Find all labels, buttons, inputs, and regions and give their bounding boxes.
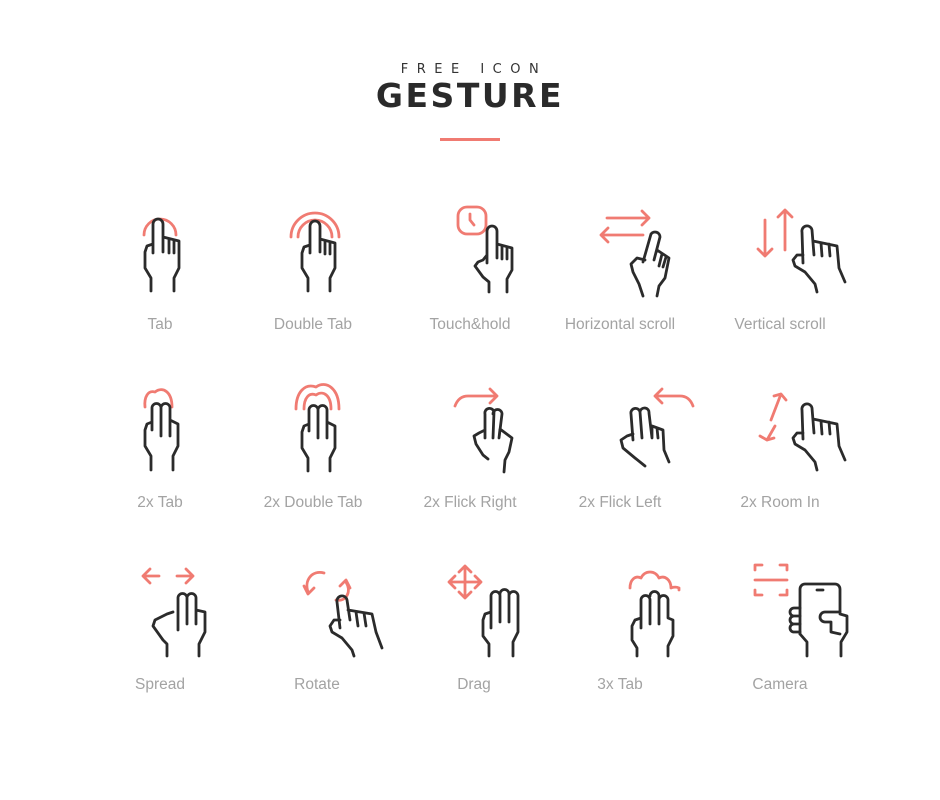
gesture-label: 2x Tab bbox=[137, 494, 183, 511]
camera-icon bbox=[753, 563, 849, 658]
gesture-vertical-scroll: Vertical scroll bbox=[700, 200, 860, 350]
gesture-label: 2x Double Tab bbox=[263, 494, 363, 511]
gesture-label: Spread bbox=[135, 676, 185, 693]
two-finger-double-tap-icon bbox=[294, 383, 341, 473]
gesture-3x-tab: 3x Tab bbox=[540, 560, 700, 710]
gesture-2x-flick-right: 2x Flick Right bbox=[390, 378, 550, 528]
gesture-label: Tab bbox=[147, 316, 173, 333]
two-finger-flick-right-icon bbox=[453, 387, 514, 474]
gesture-label: 2x Flick Right bbox=[423, 494, 517, 511]
two-finger-flick-left-icon bbox=[619, 387, 695, 468]
two-finger-tap-icon bbox=[143, 388, 180, 472]
horizontal-scroll-icon bbox=[599, 209, 671, 298]
gesture-drag: Drag bbox=[394, 560, 554, 710]
rotate-icon bbox=[302, 571, 384, 658]
gesture-label: 3x Tab bbox=[597, 676, 643, 693]
title-underline bbox=[440, 138, 500, 141]
gesture-touch-hold: Touch&hold bbox=[390, 200, 550, 350]
gesture-label: Touch&hold bbox=[429, 316, 511, 333]
gesture-label: Drag bbox=[457, 676, 491, 693]
gesture-label: 2x Flick Left bbox=[578, 494, 662, 511]
gesture-label: Vertical scroll bbox=[734, 316, 826, 333]
vertical-scroll-icon bbox=[756, 208, 847, 294]
gesture-spread: Spread bbox=[80, 560, 240, 710]
gesture-2x-room-in: 2x Room In bbox=[700, 378, 860, 528]
touch-hold-icon bbox=[456, 205, 514, 294]
gesture-label: Camera bbox=[752, 676, 808, 693]
gesture-camera: Camera bbox=[700, 560, 860, 710]
gesture-2x-tab: 2x Tab bbox=[80, 378, 240, 528]
gesture-rotate: Rotate bbox=[237, 560, 397, 710]
spread-icon bbox=[141, 567, 207, 658]
double-tap-icon bbox=[289, 211, 341, 293]
gesture-horizontal-scroll: Horizontal scroll bbox=[540, 200, 700, 350]
tap-icon bbox=[142, 217, 181, 293]
page-title: GESTURE bbox=[375, 76, 565, 115]
two-finger-zoom-in-icon bbox=[758, 392, 847, 472]
drag-icon bbox=[447, 564, 520, 658]
gesture-label: Horizontal scroll bbox=[564, 316, 676, 333]
gesture-2x-double-tab: 2x Double Tab bbox=[233, 378, 393, 528]
gesture-double-tab: Double Tab bbox=[233, 200, 393, 350]
three-finger-tap-icon bbox=[628, 570, 681, 658]
gesture-2x-flick-left: 2x Flick Left bbox=[540, 378, 700, 528]
gesture-label: Rotate bbox=[294, 676, 340, 693]
gesture-tab: Tab bbox=[80, 200, 240, 350]
gesture-label: 2x Room In bbox=[740, 494, 820, 511]
subtitle: FREE ICON bbox=[400, 62, 548, 77]
gesture-label: Double Tab bbox=[273, 316, 353, 333]
